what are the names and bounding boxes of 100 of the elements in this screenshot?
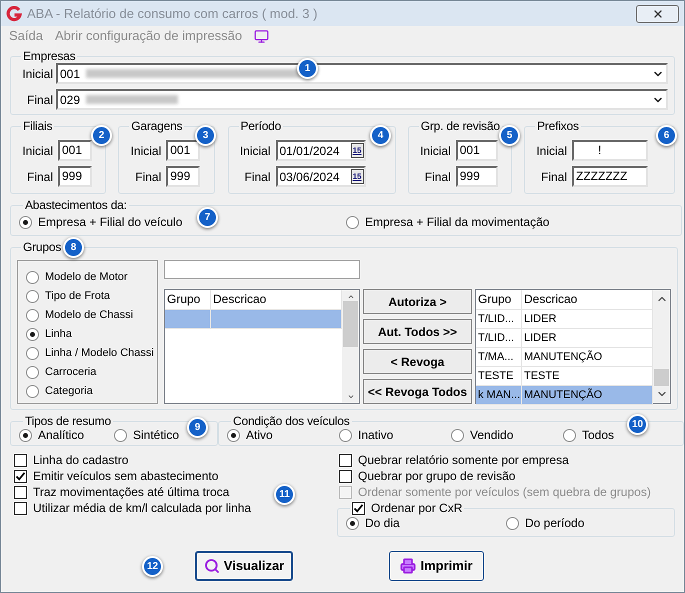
- radio-button[interactable]: [26, 328, 39, 340]
- table-cell: T/LID...: [476, 310, 522, 328]
- action-button[interactable]: Imprimir: [389, 551, 484, 581]
- table-row[interactable]: TESTE TESTE: [476, 367, 653, 386]
- checkbox[interactable]: [14, 502, 27, 514]
- date-field[interactable]: 01/01/2024 15: [276, 140, 366, 161]
- radio-label: Do dia: [365, 516, 400, 530]
- radio-button[interactable]: [451, 428, 464, 442]
- radio-button[interactable]: [19, 216, 32, 228]
- field-label: Final: [26, 170, 53, 184]
- radio-button[interactable]: [26, 308, 39, 322]
- callout-badge: 1: [297, 58, 318, 79]
- table-cell: TESTE: [476, 367, 522, 385]
- group-title: Empresas: [22, 49, 76, 63]
- scrollbar[interactable]: [653, 290, 670, 403]
- radio-label: Vendido: [470, 428, 514, 442]
- table-row[interactable]: T/LID... LIDER: [476, 310, 653, 329]
- radio-button[interactable]: [26, 384, 39, 398]
- monitor-icon[interactable]: [254, 28, 270, 44]
- input-field[interactable]: 999: [166, 166, 200, 187]
- printer-icon: [400, 558, 416, 574]
- transfer-button[interactable]: Autoriza >: [363, 289, 472, 314]
- radio-button[interactable]: [346, 216, 359, 228]
- checkbox-label: Emitir veículos sem abastecimento: [33, 469, 218, 483]
- callout-badge: 10: [627, 414, 648, 435]
- search-field[interactable]: [164, 260, 360, 279]
- scroll-thumb[interactable]: [654, 369, 669, 386]
- radio-label: Sintético: [133, 428, 180, 442]
- callout-badge: 9: [187, 417, 208, 438]
- input-field[interactable]: 999: [456, 166, 498, 187]
- close-icon: [652, 8, 664, 20]
- table-cell: T/MA...: [476, 348, 522, 366]
- radio-label: Linha / Modelo Chassi: [45, 346, 154, 360]
- field-label: Final: [26, 92, 53, 106]
- checkbox[interactable]: [339, 454, 352, 466]
- close-button[interactable]: [636, 4, 679, 22]
- group-title: Abastecimentos da:: [24, 198, 128, 212]
- callout-badge: 3: [195, 125, 216, 146]
- field-label: Final: [424, 170, 451, 184]
- group-title: Filiais: [22, 119, 54, 133]
- radio-label: Categoria: [45, 384, 93, 398]
- callout-badge: 12: [142, 556, 163, 577]
- radio-label: Todos: [582, 428, 614, 442]
- calendar-button[interactable]: 15: [350, 169, 364, 184]
- group-title: Grp. de revisão: [420, 119, 501, 133]
- checkbox-label: Quebrar relatório somente por empresa: [358, 453, 569, 467]
- checkbox[interactable]: [14, 454, 27, 466]
- radio-button[interactable]: [26, 346, 39, 360]
- field-label: Final: [540, 170, 567, 184]
- radio-button[interactable]: [227, 428, 240, 442]
- checkbox[interactable]: [14, 486, 27, 498]
- radio-button[interactable]: [563, 428, 576, 442]
- field-label: Inicial: [130, 144, 162, 158]
- column-header[interactable]: Grupo: [165, 290, 211, 309]
- transfer-button[interactable]: << Revoga Todos: [363, 379, 472, 404]
- callout-badge: 2: [91, 125, 112, 146]
- radio-label: Do período: [525, 516, 584, 530]
- radio-button[interactable]: [339, 428, 352, 442]
- checkbox[interactable]: [352, 502, 365, 514]
- transfer-button[interactable]: Aut. Todos >>: [363, 319, 472, 344]
- input-field[interactable]: 999: [58, 166, 92, 187]
- transfer-button[interactable]: < Revoga: [363, 349, 472, 374]
- input-field[interactable]: 001: [166, 140, 200, 161]
- input-field[interactable]: !: [572, 140, 648, 161]
- scroll-thumb[interactable]: [343, 300, 358, 346]
- field-label: Inicial: [21, 66, 53, 80]
- radio-button[interactable]: [114, 428, 127, 442]
- table-row[interactable]: T/LID... LIDER: [476, 329, 653, 348]
- action-button[interactable]: Visualizar: [195, 551, 293, 581]
- radio-button[interactable]: [26, 366, 39, 378]
- input-field[interactable]: 001: [58, 140, 92, 161]
- input-field[interactable]: ZZZZZZZ: [572, 166, 648, 187]
- date-field[interactable]: 03/06/2024 15: [276, 166, 366, 187]
- radio-label: Analítico: [38, 428, 84, 442]
- checkbox[interactable]: [14, 470, 27, 482]
- radio-button[interactable]: [346, 516, 359, 530]
- radio-button[interactable]: [19, 428, 32, 442]
- radio-label: Tipo de Frota: [45, 289, 110, 303]
- callout-badge: 4: [370, 125, 391, 146]
- column-header[interactable]: Grupo: [476, 290, 522, 309]
- scrollbar[interactable]: [342, 290, 359, 403]
- checkbox[interactable]: [339, 470, 352, 482]
- input-field[interactable]: 001: [456, 140, 498, 161]
- radio-button[interactable]: [506, 516, 519, 530]
- field-label: Inicial: [238, 144, 270, 158]
- window-title: ABA - Relatório de consumo com carros ( mod. 3 ): [27, 6, 318, 20]
- checkbox-label: Traz movimentações até última troca: [33, 485, 230, 499]
- table-row[interactable]: T/MA... MANUTENÇÃO: [476, 348, 653, 367]
- checkbox-label: Ordenar somente por veículos (sem quebra de grupos): [358, 485, 651, 499]
- field-label: Inicial: [535, 144, 567, 158]
- calendar-button[interactable]: 15: [350, 143, 364, 158]
- group-title: Tipos de resumo: [24, 414, 112, 428]
- combo-box[interactable]: 029: [56, 89, 668, 110]
- field-label: Final: [134, 170, 162, 184]
- logo-icon: [6, 6, 22, 22]
- radio-button[interactable]: [26, 270, 39, 284]
- table-row[interactable]: k MAN... MANUTENÇÃO: [476, 386, 653, 405]
- group-title: Grupos: [22, 240, 62, 254]
- radio-button[interactable]: [26, 290, 39, 302]
- field-label: Inicial: [21, 144, 53, 158]
